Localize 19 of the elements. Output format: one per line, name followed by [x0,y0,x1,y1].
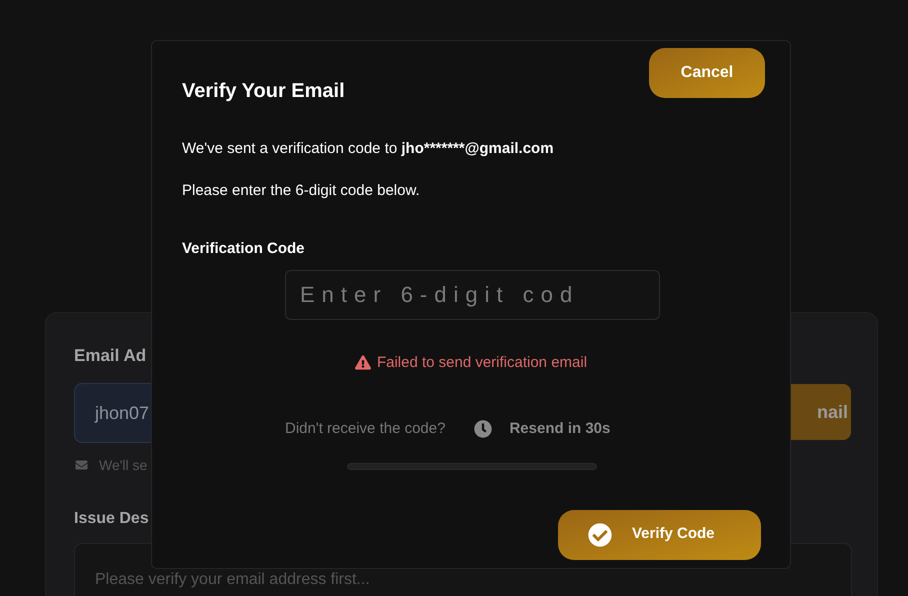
check-icon [588,522,612,546]
dialog-title: Verify Your Email [182,79,345,104]
instruction-text: Please enter the 6-digit code below. [182,180,421,200]
cancel-button[interactable]: Cancel [649,48,765,98]
field-label: Issue Des [74,508,149,528]
field-label: Email Ad [74,345,146,367]
resend-prompt: Didn't receive the code? [285,419,446,439]
code-label: Verification Code [182,239,306,259]
envelope-icon [74,458,89,470]
verify-code-button[interactable]: Verify Code [558,510,761,560]
clock-icon [474,420,492,438]
sent-message: We've sent a verification code to jho*******@gmail.com [182,139,555,159]
send-email-button[interactable]: nail [791,384,851,440]
resend-timer: Resend in 30s [509,419,610,439]
email-field[interactable]: jhon07 [74,382,153,442]
code-field[interactable]: Enter 6-digit cod [285,270,660,320]
warning-icon [354,355,371,370]
error-message: Failed to send verification email [376,352,588,372]
hint-text: We'll se [99,456,148,474]
